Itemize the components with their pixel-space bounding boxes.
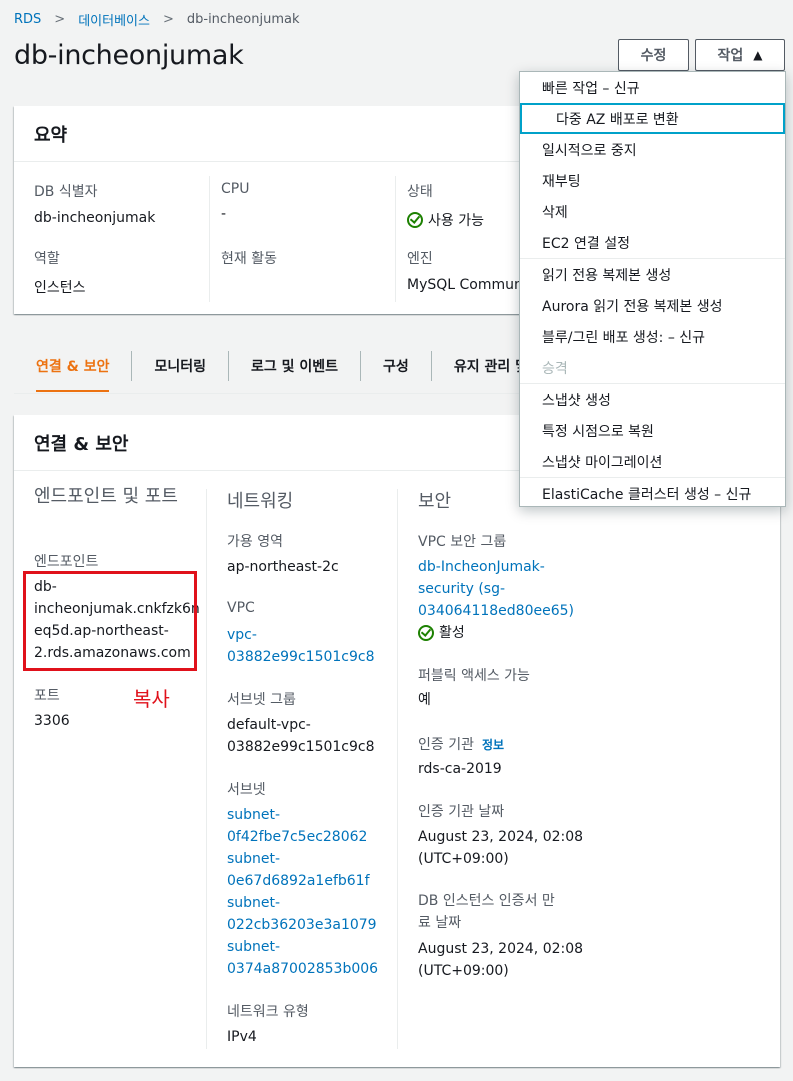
endpoint-label: 엔드포인트 bbox=[34, 554, 99, 570]
action-button-label: 작업 bbox=[717, 48, 744, 64]
caret-up-icon: ▲ bbox=[753, 48, 763, 62]
tab-connectivity-security[interactable]: 연결 & 보안 bbox=[14, 348, 131, 392]
tab-logs-events[interactable]: 로그 및 이벤트 bbox=[229, 348, 360, 384]
engine-value: MySQL Communit bbox=[407, 277, 533, 293]
port-value: 3306 bbox=[34, 713, 70, 729]
ca-value: rds-ca-2019 bbox=[418, 761, 502, 777]
role-value: 인스턴스 bbox=[34, 280, 86, 296]
status: 상태 사용 가능 bbox=[407, 181, 484, 230]
engine-label: 엔진 bbox=[407, 251, 433, 267]
security-group-status: 활성 bbox=[418, 622, 465, 644]
ca-date-value: August 23, 2024, 02:08 (UTC+09:00) bbox=[418, 829, 584, 867]
ca-info-link[interactable]: 정보 bbox=[482, 738, 504, 752]
column-divider bbox=[395, 176, 396, 302]
menu-item-reboot[interactable]: 재부팅 bbox=[520, 165, 785, 196]
menu-item-quick-actions[interactable]: 빠른 작업 – 신규 bbox=[520, 72, 785, 103]
tab-monitoring[interactable]: 모니터링 bbox=[132, 348, 228, 384]
subnet-link[interactable]: subnet- bbox=[227, 892, 378, 914]
subnet-link[interactable]: subnet- bbox=[227, 936, 378, 958]
subnet-link[interactable]: 0374a87002853b006 bbox=[227, 958, 378, 980]
current-activity: 현재 활동 bbox=[221, 248, 277, 277]
copy-annotation: 복사 bbox=[133, 687, 170, 711]
networking-section-title: 네트워킹 bbox=[227, 491, 294, 512]
menu-item-stop-temporarily[interactable]: 일시적으로 중지 bbox=[520, 134, 785, 165]
cpu-value: - bbox=[221, 206, 227, 222]
chevron-right-icon: > bbox=[54, 12, 66, 27]
current-activity-label: 현재 활동 bbox=[221, 251, 277, 267]
menu-item-restore-point-in-time[interactable]: 특정 시점으로 복원 bbox=[520, 415, 785, 446]
check-circle-icon bbox=[407, 212, 423, 228]
subnet-links: subnet- 0f42fbe7c5ec28062 subnet- 0e67d6… bbox=[227, 804, 378, 980]
edit-button[interactable]: 수정 bbox=[618, 39, 689, 71]
vpc-label: VPC bbox=[227, 600, 255, 616]
column-divider bbox=[209, 176, 210, 302]
tab-bar: 연결 & 보안 모니터링 로그 및 이벤트 구성 유지 관리 및 bbox=[14, 346, 550, 392]
public-access-value: 예 bbox=[418, 692, 431, 708]
subnets-label: 서브넷 bbox=[227, 782, 266, 798]
breadcrumb-current: db-incheonjumak bbox=[186, 12, 300, 27]
vpc-link[interactable]: vpc- 03882e99c1501c9c8 bbox=[227, 624, 375, 668]
menu-item-blue-green-deploy[interactable]: 블루/그린 배포 생성: – 신규 bbox=[520, 321, 785, 352]
role-label: 역할 bbox=[34, 251, 60, 267]
network-type-label: 네트워크 유형 bbox=[227, 1004, 309, 1020]
endpoint-highlight-box bbox=[23, 571, 197, 671]
ca-label: 인증 기관 bbox=[418, 737, 474, 753]
db-identifier-label: DB 식별자 bbox=[34, 184, 98, 200]
db-identifier: DB 식별자 db-incheonjumak bbox=[34, 181, 155, 226]
subnet-link[interactable]: subnet- bbox=[227, 804, 378, 826]
breadcrumb-rds[interactable]: RDS bbox=[14, 12, 41, 27]
menu-item-convert-multi-az[interactable]: 다중 AZ 배포로 변환 bbox=[520, 103, 785, 134]
menu-item-take-snapshot[interactable]: 스냅샷 생성 bbox=[520, 384, 785, 415]
page-title: db-incheonjumak bbox=[14, 40, 244, 71]
breadcrumb: RDS > 데이터베이스 > db-incheonjumak bbox=[14, 10, 300, 29]
ca-date-label: 인증 기관 날짜 bbox=[418, 804, 505, 820]
menu-item-migrate-snapshot[interactable]: 스냅샷 마이그레이션 bbox=[520, 446, 785, 477]
engine: 엔진 MySQL Communit bbox=[407, 248, 532, 293]
subnet-link[interactable]: 0f42fbe7c5ec28062 bbox=[227, 826, 378, 848]
security-section-title: 보안 bbox=[418, 491, 452, 512]
subnet-link[interactable]: 022cb36203e3a1079 bbox=[227, 914, 378, 936]
cpu: CPU - bbox=[221, 181, 249, 222]
db-identifier-value: db-incheonjumak bbox=[34, 210, 156, 226]
connectivity-panel: 연결 & 보안 엔드포인트 및 포트 엔드포인트 db- incheonjuma… bbox=[14, 415, 780, 1067]
cert-expiry-label: DB 인스턴스 인증서 만 료 날짜 bbox=[418, 893, 555, 931]
subnet-group-value: default-vpc- 03882e99c1501c9c8 bbox=[227, 717, 375, 755]
menu-item-delete[interactable]: 삭제 bbox=[520, 196, 785, 227]
endpoint-section-title: 엔드포인트 및 포트 bbox=[34, 486, 178, 507]
security-group-label: VPC 보안 그룹 bbox=[418, 534, 507, 550]
cpu-label: CPU bbox=[221, 181, 250, 197]
status-label: 상태 bbox=[407, 184, 433, 200]
status-badge: 사용 가능 bbox=[407, 210, 484, 230]
cert-expiry-value: August 23, 2024, 02:08 (UTC+09:00) bbox=[418, 941, 584, 979]
security-group-link[interactable]: db-IncheonJumak- security (sg- 034064118… bbox=[418, 556, 574, 622]
az-value: ap-northeast-2c bbox=[227, 559, 339, 575]
subnet-link[interactable]: 0e67d6892a1efb61f bbox=[227, 870, 378, 892]
menu-item-create-elasticache[interactable]: ElastiCache 클러스터 생성 – 신규 bbox=[520, 478, 785, 509]
status-value: 사용 가능 bbox=[428, 213, 484, 229]
subnet-group-label: 서브넷 그룹 bbox=[227, 692, 296, 708]
public-access-label: 퍼블릭 액세스 가능 bbox=[418, 668, 530, 684]
menu-item-ec2-connection[interactable]: EC2 연결 설정 bbox=[520, 227, 785, 258]
tab-configuration[interactable]: 구성 bbox=[361, 348, 431, 384]
az-label: 가용 영역 bbox=[227, 534, 283, 550]
menu-item-create-read-replica[interactable]: 읽기 전용 복제본 생성 bbox=[520, 259, 785, 290]
menu-item-promote: 승격 bbox=[542, 360, 568, 377]
role: 역할 인스턴스 bbox=[34, 248, 86, 297]
network-type-value: IPv4 bbox=[227, 1029, 257, 1045]
ca-label-row: 인증 기관 정보 bbox=[418, 734, 504, 754]
action-button[interactable]: 작업 ▲ bbox=[695, 39, 785, 71]
check-circle-icon bbox=[418, 625, 434, 641]
chevron-right-icon: > bbox=[162, 12, 174, 27]
port-label: 포트 bbox=[34, 688, 60, 704]
subnet-link[interactable]: subnet- bbox=[227, 848, 378, 870]
breadcrumb-databases[interactable]: 데이터베이스 bbox=[78, 10, 150, 29]
menu-item-aurora-read-replica[interactable]: Aurora 읽기 전용 복제본 생성 bbox=[520, 290, 785, 321]
action-dropdown-menu: 빠른 작업 – 신규 다중 AZ 배포로 변환 일시적으로 중지 재부팅 삭제 … bbox=[519, 71, 786, 507]
